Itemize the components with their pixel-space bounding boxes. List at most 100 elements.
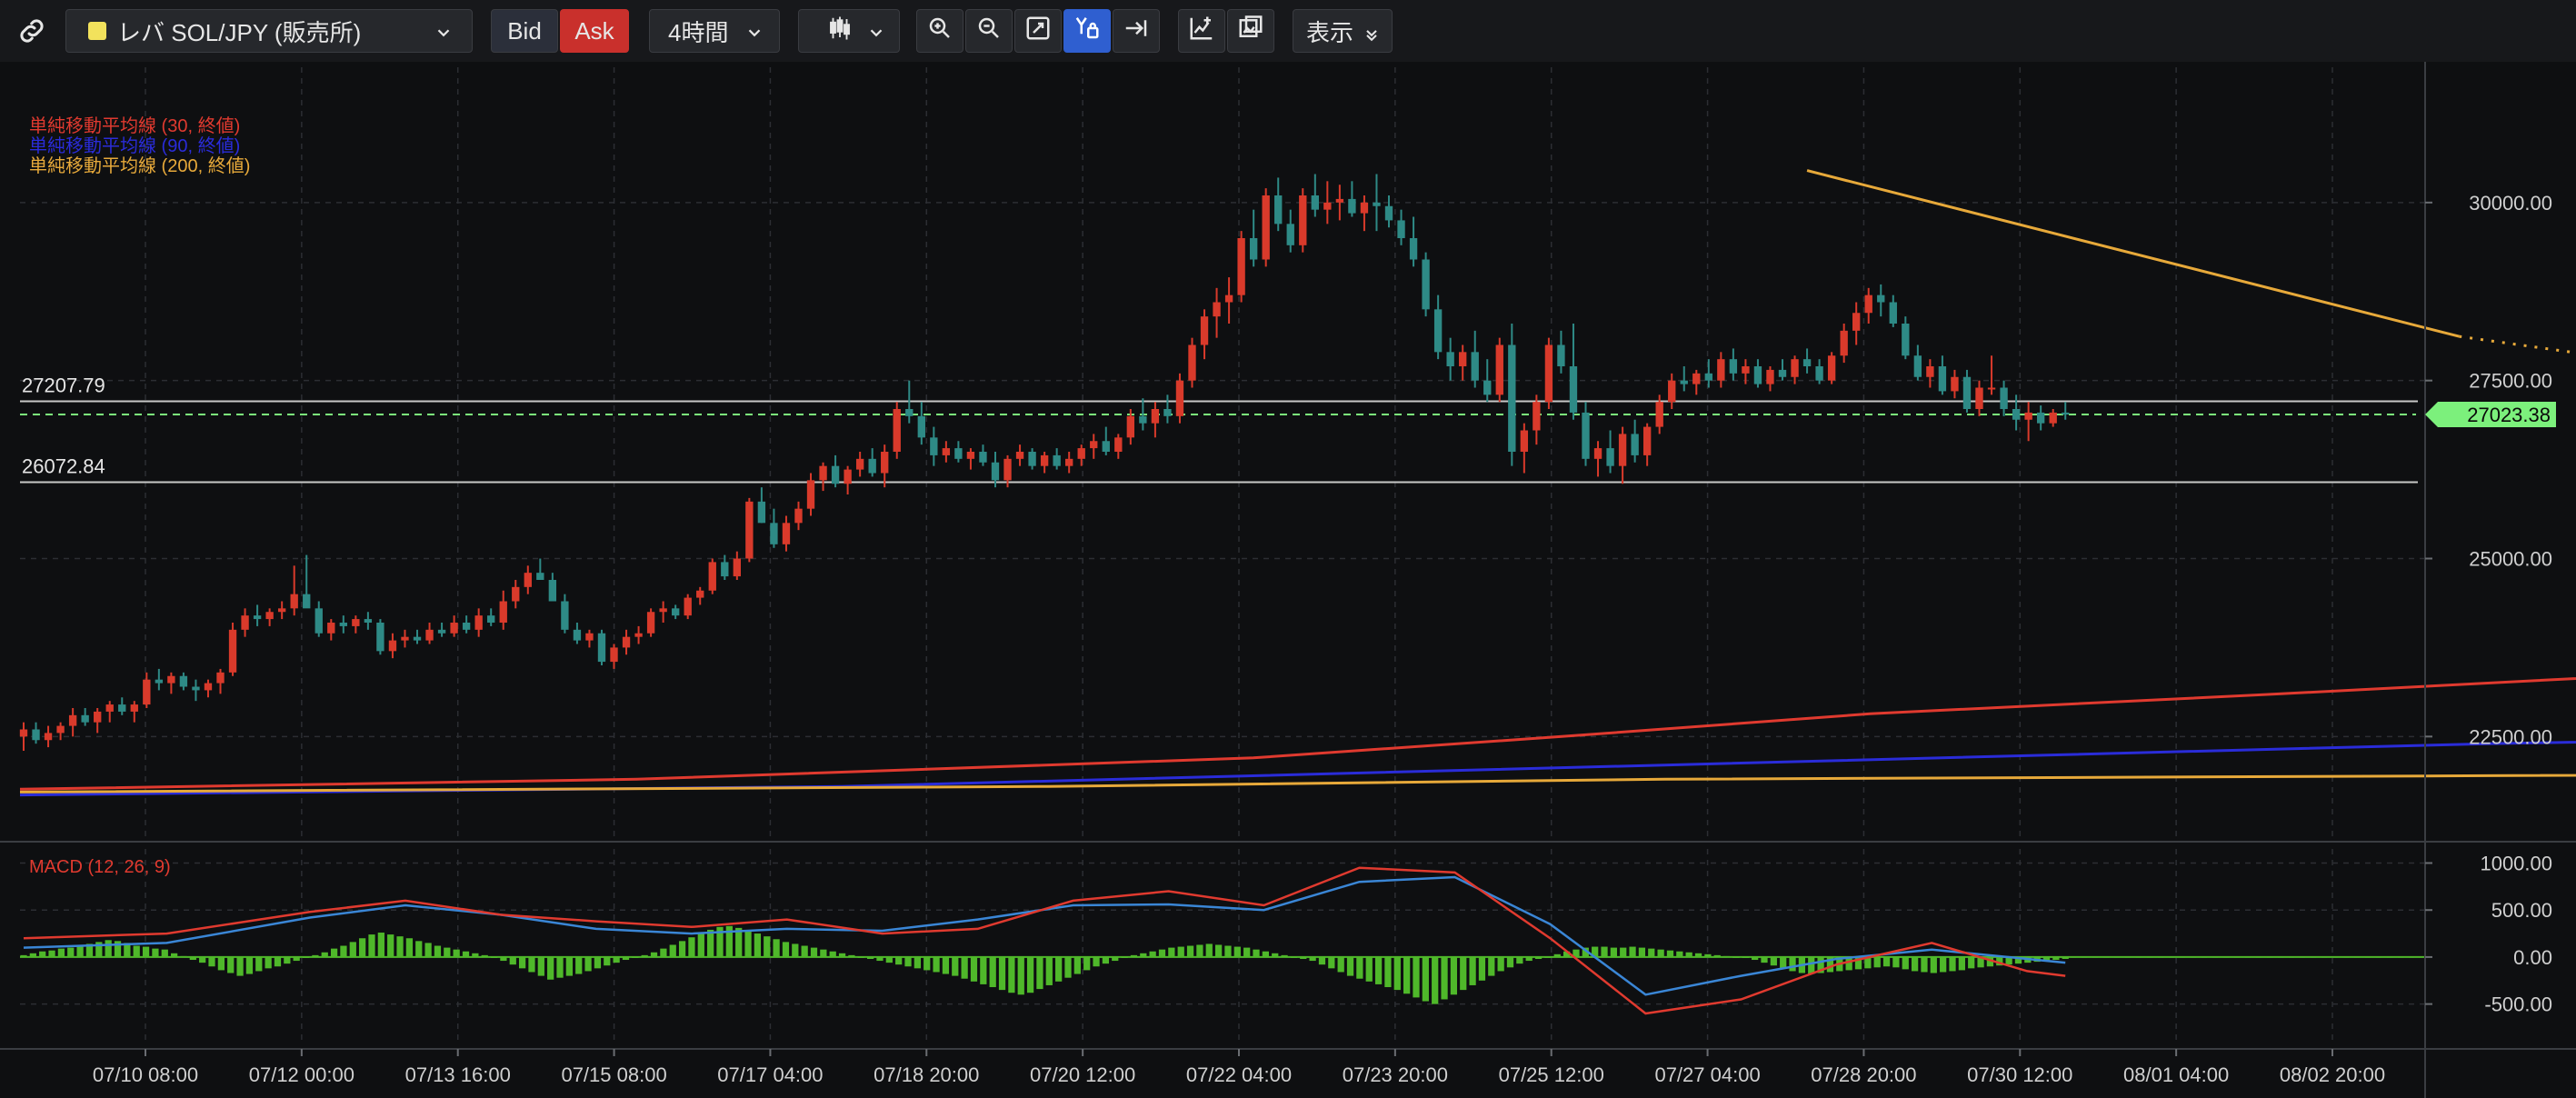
candle-body <box>966 452 975 459</box>
macd-histogram-bar <box>537 956 544 976</box>
candle-body <box>290 594 298 609</box>
macd-histogram-bar <box>1008 956 1015 993</box>
horizontal-line-label: 26072.84 <box>22 454 105 477</box>
chart-canvas[interactable]: 27207.79 26072.84 MACD (12, 26, 9) 30000.… <box>0 62 2576 1098</box>
candle-body <box>303 594 311 609</box>
candle-body <box>1802 359 1812 366</box>
candle-body <box>659 608 667 613</box>
link-icon[interactable] <box>11 9 53 53</box>
macd-histogram-bar <box>961 956 968 979</box>
candle-body <box>1090 441 1098 449</box>
candle-body <box>1237 238 1245 295</box>
time-tick-label: 07/27 04:00 <box>1654 1063 1760 1086</box>
candle-body <box>1815 366 1823 381</box>
macd-histogram-bar <box>989 956 996 988</box>
macd-histogram-bar <box>1873 956 1881 968</box>
fit-screen-button[interactable] <box>1014 9 1062 53</box>
candle-body <box>1642 426 1652 455</box>
candle-body <box>81 714 89 723</box>
add-indicator-icon <box>1188 15 1215 48</box>
macd-histogram-bar <box>1610 947 1617 957</box>
macd-histogram-bar <box>1403 956 1411 994</box>
zoom-in-button[interactable] <box>916 9 964 53</box>
macd-histogram-bar <box>1374 956 1383 984</box>
time-tick-label: 07/20 12:00 <box>1030 1063 1135 1086</box>
candle-body <box>1962 376 1972 409</box>
macd-histogram-bar <box>1968 956 1975 969</box>
candle-body <box>1384 205 1393 221</box>
macd-histogram-bar <box>952 956 959 976</box>
macd-histogram-bar <box>924 956 931 971</box>
macd-histogram-bar <box>1093 956 1100 967</box>
macd-histogram-bar <box>1921 956 1928 973</box>
candle-body <box>1926 366 1934 377</box>
candle-body <box>1729 359 1738 374</box>
candle-body <box>893 409 901 452</box>
candle-body <box>1299 195 1307 245</box>
macd-histogram-bar <box>895 956 903 965</box>
macd-histogram-bar <box>1911 956 1919 972</box>
interval-label: 4時間 <box>668 18 729 46</box>
candle-body <box>44 733 53 741</box>
candle-body <box>1791 359 1799 377</box>
interval-select[interactable]: 4時間 <box>649 9 780 53</box>
macd-histogram-bar <box>792 943 799 957</box>
macd-histogram-bar <box>1393 956 1401 991</box>
macd-histogram-bar <box>1253 949 1260 957</box>
chart-type-select[interactable] <box>798 9 900 53</box>
macd-histogram-bar <box>1497 956 1504 972</box>
macd-histogram-bar <box>245 956 254 974</box>
macd-histogram-bar <box>1177 946 1184 957</box>
jump-to-latest-button[interactable] <box>1113 9 1160 53</box>
macd-histogram-bar <box>1666 950 1674 957</box>
candle-body <box>487 615 495 623</box>
y-axis-lock-button[interactable] <box>1063 9 1111 53</box>
compare-button[interactable] <box>1227 9 1274 53</box>
candle-body <box>1704 373 1712 381</box>
candle-body <box>32 729 40 741</box>
candlestick-icon <box>826 15 854 48</box>
candle-body <box>2062 412 2070 415</box>
candle-body <box>708 562 716 591</box>
display-menu-button[interactable]: 表示 <box>1293 9 1393 53</box>
candle-body <box>1631 434 1639 455</box>
time-tick-label: 07/22 04:00 <box>1186 1063 1292 1086</box>
ask-button[interactable]: Ask <box>560 9 629 53</box>
bid-button[interactable]: Bid <box>491 9 558 53</box>
candle-body <box>671 608 680 616</box>
candle-body <box>585 633 594 641</box>
symbol-select[interactable]: レバ SOL/JPY (販売所) <box>65 9 473 53</box>
macd-histogram-bar <box>980 956 987 984</box>
macd-histogram-bar <box>377 933 384 957</box>
candle-body <box>770 523 778 544</box>
macd-histogram-bar <box>1356 956 1363 979</box>
candle-body <box>388 640 397 652</box>
time-tick-label: 08/02 20:00 <box>2280 1063 2385 1086</box>
macd-histogram-bar <box>1384 956 1392 988</box>
macd-histogram-bar <box>1036 956 1043 990</box>
macd-histogram-bar <box>1892 956 1900 968</box>
candle-body <box>1003 458 1012 481</box>
macd-histogram-bar <box>697 933 704 957</box>
zoom-out-button[interactable] <box>965 9 1013 53</box>
candle-body <box>462 623 471 630</box>
candle-body <box>1286 224 1294 245</box>
candle-body <box>1126 415 1135 438</box>
horizontal-line-label: 27207.79 <box>22 374 105 397</box>
candle-body <box>499 601 507 623</box>
candle-body <box>339 623 347 626</box>
macd-histogram-bar <box>1940 956 1947 973</box>
candle-body <box>930 437 938 455</box>
candle-body <box>352 619 360 626</box>
macd-histogram-bar <box>284 956 291 964</box>
macd-tick-label: 500.00 <box>2491 899 2552 922</box>
macd-histogram-bar <box>1629 946 1636 957</box>
macd-histogram-bar <box>152 948 159 957</box>
macd-histogram-bar <box>1205 943 1213 957</box>
add-indicator-button[interactable] <box>1178 9 1225 53</box>
macd-tick-label: -500.00 <box>2484 993 2552 1016</box>
candle-body <box>1987 387 1996 390</box>
candle-body <box>1593 448 1603 459</box>
time-tick-label: 07/23 20:00 <box>1343 1063 1448 1086</box>
macd-histogram-bar <box>810 947 818 957</box>
